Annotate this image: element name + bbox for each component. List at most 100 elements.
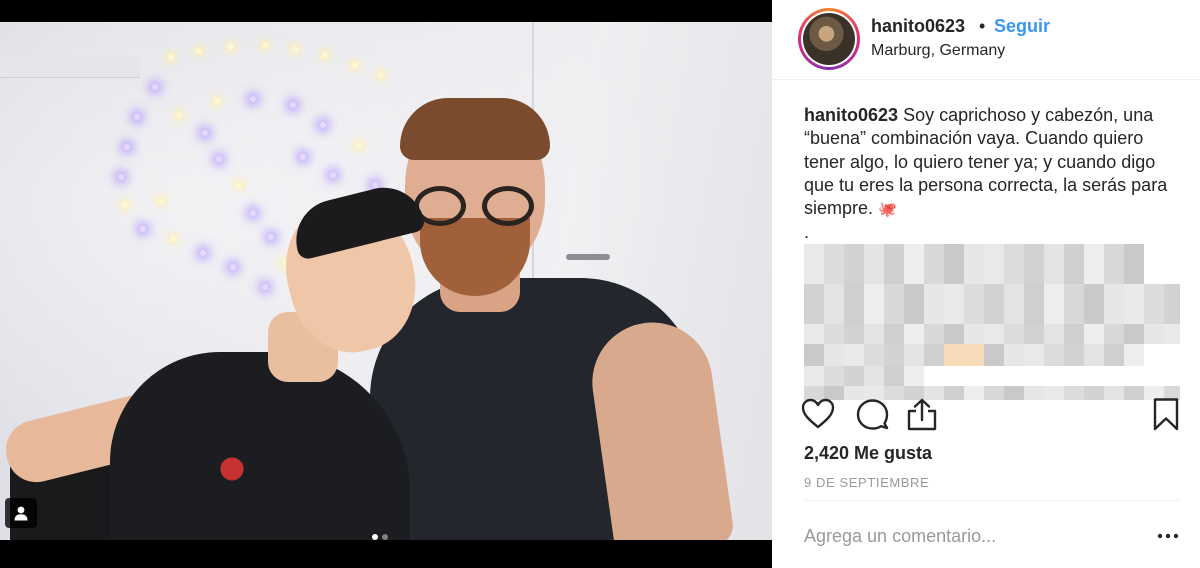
follow-button[interactable]: Seguir — [994, 16, 1050, 37]
carousel-dots — [372, 534, 388, 540]
user-icon — [14, 506, 28, 521]
caption-trailing-dot: . — [804, 222, 810, 242]
string-light — [250, 96, 256, 102]
pixel-block — [824, 324, 844, 344]
post-sidebar: hanito0623 • Seguir Marburg, Germany han… — [772, 0, 1200, 568]
pixel-block — [1104, 324, 1124, 344]
pixel-block — [1124, 284, 1144, 324]
pixel-block — [864, 324, 884, 344]
comment-button[interactable] — [854, 396, 890, 432]
pixel-block — [1084, 344, 1104, 366]
pixel-block — [944, 284, 964, 324]
pixel-block — [1104, 244, 1124, 284]
caption-username[interactable]: hanito0623 — [804, 105, 898, 125]
pixel-block — [824, 244, 844, 284]
carousel-dot-active — [372, 534, 378, 540]
string-light — [122, 202, 128, 208]
share-button[interactable] — [904, 396, 940, 432]
pixel-block — [964, 324, 984, 344]
header-separator: • — [979, 16, 986, 36]
pixel-block — [1064, 284, 1084, 324]
pixel-block — [924, 324, 944, 344]
pixel-block — [1064, 244, 1084, 284]
pixel-block — [844, 344, 864, 366]
string-light — [176, 112, 182, 118]
pixel-block — [924, 344, 944, 366]
pixel-block — [1064, 324, 1084, 344]
pixel-block — [904, 366, 924, 386]
string-light — [330, 172, 336, 178]
pixel-block — [964, 244, 984, 284]
avatar-image — [803, 13, 855, 65]
string-light — [124, 144, 130, 150]
pixel-block — [1144, 284, 1164, 324]
string-light — [152, 84, 158, 90]
pixel-block — [1084, 244, 1104, 284]
post-photo[interactable] — [0, 22, 772, 540]
comment-bar — [804, 500, 1180, 568]
pixel-block — [1064, 344, 1084, 366]
pixel-block — [1004, 244, 1024, 284]
pixel-block — [1024, 344, 1044, 366]
post-media[interactable] — [0, 0, 772, 568]
pixel-block — [1044, 324, 1064, 344]
more-options-button[interactable] — [1156, 527, 1180, 545]
pixel-block — [984, 324, 1004, 344]
string-light — [140, 226, 146, 232]
string-light — [320, 122, 326, 128]
comment-icon — [856, 399, 889, 430]
pixel-block — [1024, 324, 1044, 344]
string-light — [214, 98, 220, 104]
post-date[interactable]: 9 DE SEPTIEMBRE — [804, 475, 929, 490]
string-light — [158, 198, 164, 204]
pixel-block — [844, 244, 864, 284]
location-link[interactable]: Marburg, Germany — [871, 42, 1005, 60]
string-light — [134, 114, 140, 120]
pixel-block — [1124, 324, 1144, 344]
pixel-block — [864, 366, 884, 386]
avatar[interactable] — [798, 8, 860, 70]
pixel-block — [884, 284, 904, 324]
caption: hanito0623 Soy caprichoso y cabezón, una… — [804, 104, 1174, 221]
string-light — [300, 154, 306, 160]
like-button[interactable] — [800, 396, 836, 432]
save-button[interactable] — [1148, 396, 1184, 432]
pixel-block — [1164, 284, 1180, 324]
pixel-block — [1104, 344, 1124, 366]
person-right-glasses — [414, 186, 538, 226]
pixel-block — [984, 244, 1004, 284]
pixel-block — [844, 366, 864, 386]
pixel-block — [964, 344, 984, 366]
username-link[interactable]: hanito0623 — [871, 16, 965, 37]
pixel-block — [1024, 244, 1044, 284]
string-light — [352, 62, 358, 68]
pixel-block — [884, 324, 904, 344]
pixel-block — [904, 344, 924, 366]
pixel-block — [1164, 324, 1180, 344]
string-light — [230, 264, 236, 270]
pixel-block — [1104, 284, 1124, 324]
likes-count[interactable]: 2,420 Me gusta — [804, 443, 932, 464]
comment-input[interactable] — [804, 523, 1134, 549]
string-light — [378, 72, 384, 78]
post-header: hanito0623 • Seguir Marburg, Germany — [772, 0, 1200, 80]
string-light — [196, 48, 202, 54]
string-light — [118, 174, 124, 180]
pixel-block — [844, 324, 864, 344]
pixel-block — [904, 284, 924, 324]
pixel-block — [944, 324, 964, 344]
pixel-block — [984, 284, 1004, 324]
pixel-block — [1044, 244, 1064, 284]
pixel-block — [924, 284, 944, 324]
string-light — [170, 236, 176, 242]
string-light — [268, 234, 274, 240]
more-icon — [1157, 533, 1179, 539]
pixel-block — [1124, 344, 1144, 366]
share-icon — [907, 398, 937, 431]
pixel-block — [884, 344, 904, 366]
tagged-users-button[interactable] — [5, 498, 37, 528]
carousel-dot — [382, 534, 388, 540]
pixel-block — [964, 284, 984, 324]
pixel-block — [1144, 324, 1164, 344]
pixel-block — [864, 244, 884, 284]
